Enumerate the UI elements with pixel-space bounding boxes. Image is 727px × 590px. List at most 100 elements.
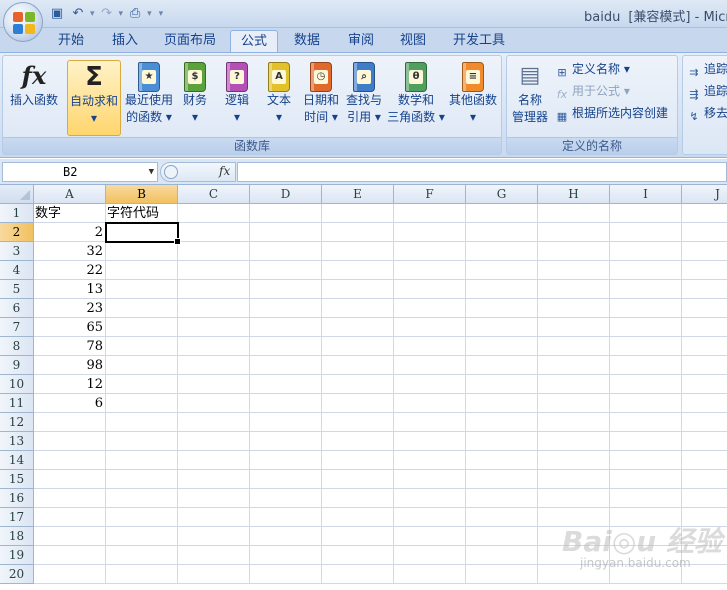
cell-c1[interactable] xyxy=(178,204,250,223)
row-header-6[interactable]: 6 xyxy=(0,299,34,318)
cell-g14[interactable] xyxy=(466,451,538,470)
cell-i3[interactable] xyxy=(610,242,682,261)
tab-page-layout[interactable]: 页面布局 xyxy=(158,30,222,52)
column-header-i[interactable]: I xyxy=(610,185,682,204)
cell-g11[interactable] xyxy=(466,394,538,413)
row-header-8[interactable]: 8 xyxy=(0,337,34,356)
cell-b2[interactable] xyxy=(106,223,178,242)
cell-i6[interactable] xyxy=(610,299,682,318)
row-header-4[interactable]: 4 xyxy=(0,261,34,280)
cell-b10[interactable] xyxy=(106,375,178,394)
cell-j1[interactable] xyxy=(682,204,727,223)
cell-b11[interactable] xyxy=(106,394,178,413)
cell-g19[interactable] xyxy=(466,546,538,565)
cell-j20[interactable] xyxy=(682,565,727,584)
cell-c7[interactable] xyxy=(178,318,250,337)
cell-c6[interactable] xyxy=(178,299,250,318)
cell-a6[interactable]: 23 xyxy=(34,299,106,318)
cell-e5[interactable] xyxy=(322,280,394,299)
tab-developer[interactable]: 开发工具 xyxy=(446,30,512,52)
cell-b19[interactable] xyxy=(106,546,178,565)
cell-b6[interactable] xyxy=(106,299,178,318)
cell-d8[interactable] xyxy=(250,337,322,356)
cell-h15[interactable] xyxy=(538,470,610,489)
cell-e14[interactable] xyxy=(322,451,394,470)
cell-i7[interactable] xyxy=(610,318,682,337)
cell-g2[interactable] xyxy=(466,223,538,242)
cell-i14[interactable] xyxy=(610,451,682,470)
trace-dependents-button[interactable]: ⇶ 追踪 xyxy=(687,81,727,101)
cell-f11[interactable] xyxy=(394,394,466,413)
cell-e9[interactable] xyxy=(322,356,394,375)
cell-h7[interactable] xyxy=(538,318,610,337)
datetime-button[interactable]: ◷ 日期和 时间 ▾ xyxy=(301,60,341,136)
define-name-button[interactable]: ⊞ 定义名称 ▾ xyxy=(555,59,629,79)
cell-b7[interactable] xyxy=(106,318,178,337)
cell-h8[interactable] xyxy=(538,337,610,356)
cell-d20[interactable] xyxy=(250,565,322,584)
cell-j10[interactable] xyxy=(682,375,727,394)
cell-h4[interactable] xyxy=(538,261,610,280)
lookup-button[interactable]: ⌕ 查找与 引用 ▾ xyxy=(343,60,385,136)
name-manager-button[interactable]: ▤ 名称 管理器 xyxy=(509,60,551,136)
cell-f7[interactable] xyxy=(394,318,466,337)
insert-function-fx-icon[interactable]: fx xyxy=(219,164,230,178)
cell-c5[interactable] xyxy=(178,280,250,299)
cell-g20[interactable] xyxy=(466,565,538,584)
tab-formulas[interactable]: 公式 xyxy=(230,30,278,52)
cell-i17[interactable] xyxy=(610,508,682,527)
customize-toolbar-icon[interactable]: ▾ xyxy=(159,9,164,19)
cell-e13[interactable] xyxy=(322,432,394,451)
cell-c9[interactable] xyxy=(178,356,250,375)
cell-d9[interactable] xyxy=(250,356,322,375)
cell-b17[interactable] xyxy=(106,508,178,527)
cell-d11[interactable] xyxy=(250,394,322,413)
cell-j14[interactable] xyxy=(682,451,727,470)
cell-c15[interactable] xyxy=(178,470,250,489)
cell-d18[interactable] xyxy=(250,527,322,546)
column-header-d[interactable]: D xyxy=(250,185,322,204)
cell-f15[interactable] xyxy=(394,470,466,489)
cell-i16[interactable] xyxy=(610,489,682,508)
cell-g7[interactable] xyxy=(466,318,538,337)
cell-b1[interactable]: 字符代码 xyxy=(106,204,178,223)
use-in-formula-button[interactable]: fx 用于公式 ▾ xyxy=(555,81,630,101)
undo-dropdown-icon[interactable]: ▾ xyxy=(90,9,95,19)
cell-c19[interactable] xyxy=(178,546,250,565)
row-header-7[interactable]: 7 xyxy=(0,318,34,337)
tab-review[interactable]: 审阅 xyxy=(340,30,382,52)
cell-d17[interactable] xyxy=(250,508,322,527)
cell-g4[interactable] xyxy=(466,261,538,280)
cell-f13[interactable] xyxy=(394,432,466,451)
column-header-c[interactable]: C xyxy=(178,185,250,204)
cell-b16[interactable] xyxy=(106,489,178,508)
cell-i4[interactable] xyxy=(610,261,682,280)
cell-g5[interactable] xyxy=(466,280,538,299)
cell-h12[interactable] xyxy=(538,413,610,432)
cell-j13[interactable] xyxy=(682,432,727,451)
cell-a15[interactable] xyxy=(34,470,106,489)
cell-h20[interactable] xyxy=(538,565,610,584)
cell-a16[interactable] xyxy=(34,489,106,508)
cell-c2[interactable] xyxy=(178,223,250,242)
print-preview-icon[interactable]: ⎙ xyxy=(126,5,144,23)
cell-j18[interactable] xyxy=(682,527,727,546)
cell-b4[interactable] xyxy=(106,261,178,280)
math-trig-button[interactable]: θ 数学和 三角函数 ▾ xyxy=(387,60,445,136)
cell-h2[interactable] xyxy=(538,223,610,242)
cell-i2[interactable] xyxy=(610,223,682,242)
cell-d4[interactable] xyxy=(250,261,322,280)
column-header-j[interactable]: J xyxy=(682,185,727,204)
cell-g12[interactable] xyxy=(466,413,538,432)
redo-icon[interactable]: ↷ xyxy=(98,5,116,23)
cell-f20[interactable] xyxy=(394,565,466,584)
cell-a4[interactable]: 22 xyxy=(34,261,106,280)
cell-a9[interactable]: 98 xyxy=(34,356,106,375)
cell-b5[interactable] xyxy=(106,280,178,299)
undo-icon[interactable]: ↶ xyxy=(69,5,87,23)
cell-f12[interactable] xyxy=(394,413,466,432)
cell-f1[interactable] xyxy=(394,204,466,223)
cell-g9[interactable] xyxy=(466,356,538,375)
cell-i9[interactable] xyxy=(610,356,682,375)
cell-i1[interactable] xyxy=(610,204,682,223)
